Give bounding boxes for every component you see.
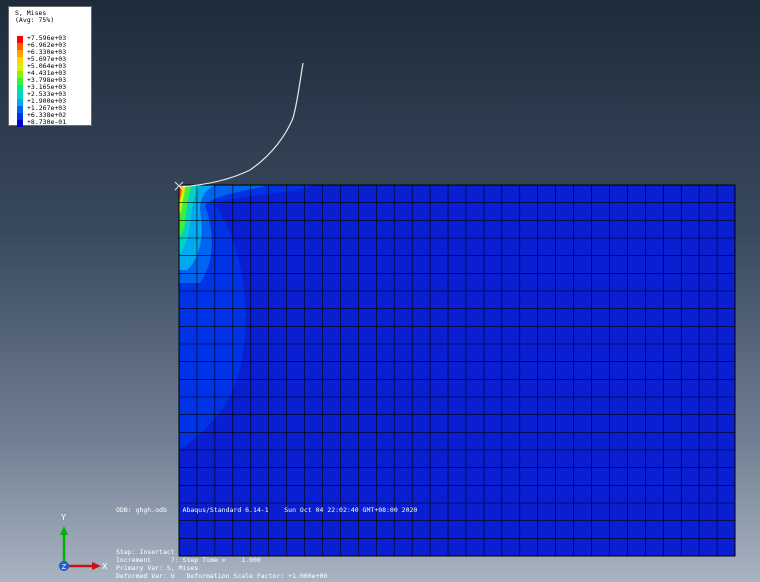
odb-info-line: ODB: ghgh.odb Abaqus/Standard 6.14-1 Sun… xyxy=(116,506,418,514)
contour-plot xyxy=(179,185,735,556)
viewport[interactable] xyxy=(0,0,760,582)
deformed-var-line: Deformed Var: U Deformation Scale Factor… xyxy=(116,572,328,580)
increment-info-line: Increment 7: Step Time = 1.000 xyxy=(116,556,261,564)
primary-var-line: Primary Var: S, Mises xyxy=(116,564,199,572)
x-axis-label: X xyxy=(102,562,108,571)
y-axis-label: Y xyxy=(60,513,66,522)
indenter-profile xyxy=(179,62,304,188)
contour-base-region xyxy=(179,185,735,556)
z-axis-label: Z xyxy=(62,563,67,571)
axis-triad: Y X Z xyxy=(59,513,108,571)
step-info-line: Step: Insertact xyxy=(116,548,175,556)
x-axis-arrowhead xyxy=(92,562,101,570)
y-axis-arrowhead xyxy=(60,526,68,535)
